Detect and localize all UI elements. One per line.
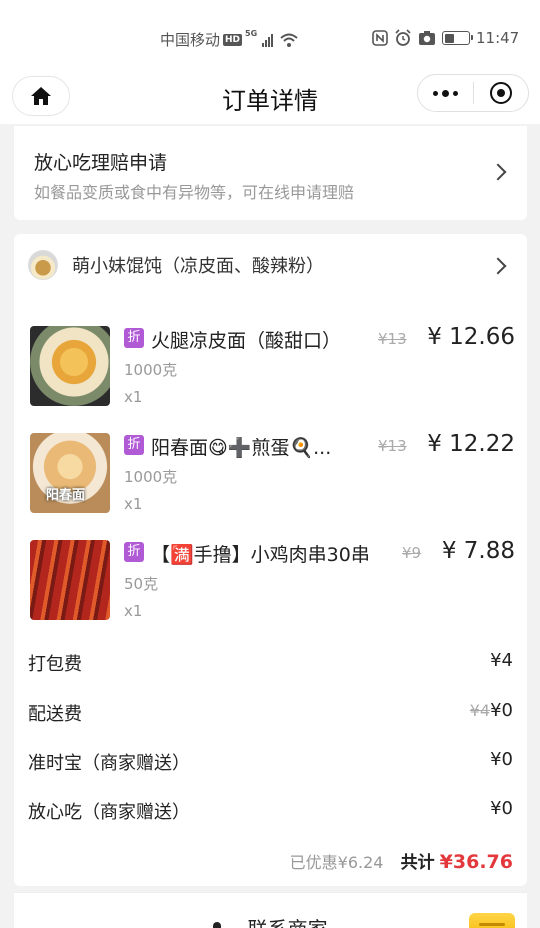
item-price: ¥ 12.66 [427,324,515,350]
discount-badge: 折 [124,435,144,455]
wifi-icon [280,33,298,47]
item-quantity: x1 [124,602,143,620]
item-name: 【🈵手撸】小鸡肉串30串 [151,544,370,566]
item-quantity: x1 [124,388,143,406]
alarm-icon [395,29,411,46]
battery-icon [442,31,473,45]
item-image [30,540,110,620]
contact-card: 联系商家 [14,892,527,928]
item-image [30,326,110,406]
fee-value: ¥0 [490,749,513,770]
shop-logo [28,250,58,280]
item-price: ¥ 12.22 [427,431,515,457]
shop-name: 萌小妹馄饨（凉皮面、酸辣粉） [72,256,324,277]
fee-original-value: ¥4 [469,701,491,720]
contact-label: 联系商家 [248,917,328,928]
order-total: 已优惠¥6.24 共计 ¥36.76 [290,848,513,873]
nfc-icon [372,30,388,46]
total-value: ¥36.76 [439,851,513,873]
fee-label: 准时宝（商家赠送） [28,753,190,774]
fees-card: 打包费 ¥4 配送费 ¥4¥0 准时宝（商家赠送） ¥0 放心吃（商家赠送） ¥… [14,628,527,886]
claim-subtitle: 如餐品变质或食中有异物等，可在线申请理赔 [34,183,355,202]
item-original-price: ¥13 [378,437,407,455]
chevron-right-icon [489,257,507,275]
clock: 11:47 [476,29,520,47]
carrier-info: 中国移动 HD 5G [160,29,298,50]
fee-label: 打包费 [28,654,82,675]
mini-program-capsule [417,74,529,112]
fee-label: 放心吃（商家赠送） [28,802,190,823]
target-icon [489,82,512,104]
claim-card[interactable]: 放心吃理赔申请 如餐品变质或食中有异物等，可在线申请理赔 [14,126,527,220]
order-card: 萌小妹馄饨（凉皮面、酸辣粉） 折 火腿凉皮面（酸甜口） 1000克 x1 ¥13… [14,234,527,628]
item-original-price: ¥9 [402,544,422,562]
camera-icon [419,31,435,45]
status-bar: 中国移动 HD 5G 11:47 [0,0,540,72]
item-weight: 50克 [124,575,159,593]
fee-value: ¥4 [490,650,513,671]
claim-title: 放心吃理赔申请 [34,152,168,174]
item-price: ¥ 7.88 [441,538,515,564]
more-button[interactable] [418,75,473,111]
order-item[interactable]: 阳春面 折 阳春面😋➕煎蛋🍳... 1000克 x1 ¥13 ¥ 12.22 [30,431,515,523]
system-icons: 11:47 [372,29,519,47]
discount-badge: 折 [124,542,144,562]
more-dots-icon [432,89,458,97]
item-name: 阳春面😋➕煎蛋🍳... [151,437,332,459]
item-weight: 1000克 [124,361,178,379]
coupon-icon[interactable] [469,913,515,928]
order-item[interactable]: 折 火腿凉皮面（酸甜口） 1000克 x1 ¥13 ¥ 12.66 [30,324,515,416]
shop-header[interactable]: 萌小妹馄饨（凉皮面、酸辣粉） [28,250,324,280]
fee-value: ¥0 [490,798,513,819]
discount-badge: 折 [124,328,144,348]
nav-bar: 订单详情 [0,72,540,124]
total-label: 共计 [400,853,435,873]
signal-icon [262,33,274,47]
carrier-name: 中国移动 [160,31,221,49]
phone-icon [213,921,222,928]
saved-amount: 已优惠¥6.24 [289,853,384,872]
item-quantity: x1 [124,495,143,513]
fee-value-group: ¥4¥0 [470,700,513,721]
chevron-right-icon [489,163,507,181]
item-image-caption: 阳春面 [46,488,86,503]
item-name: 火腿凉皮面（酸甜口） [151,330,342,352]
network-type: 5G [245,29,258,38]
fee-value: ¥0 [490,700,513,721]
hd-icon: HD [223,33,243,46]
close-miniprogram-button[interactable] [474,75,529,111]
order-item[interactable]: 折 【🈵手撸】小鸡肉串30串 50克 x1 ¥9 ¥ 7.88 [30,538,515,628]
item-weight: 1000克 [124,468,178,486]
item-original-price: ¥13 [378,330,407,348]
item-image: 阳春面 [30,433,110,513]
contact-merchant-button[interactable]: 联系商家 [14,913,527,928]
fee-label: 配送费 [28,704,82,725]
